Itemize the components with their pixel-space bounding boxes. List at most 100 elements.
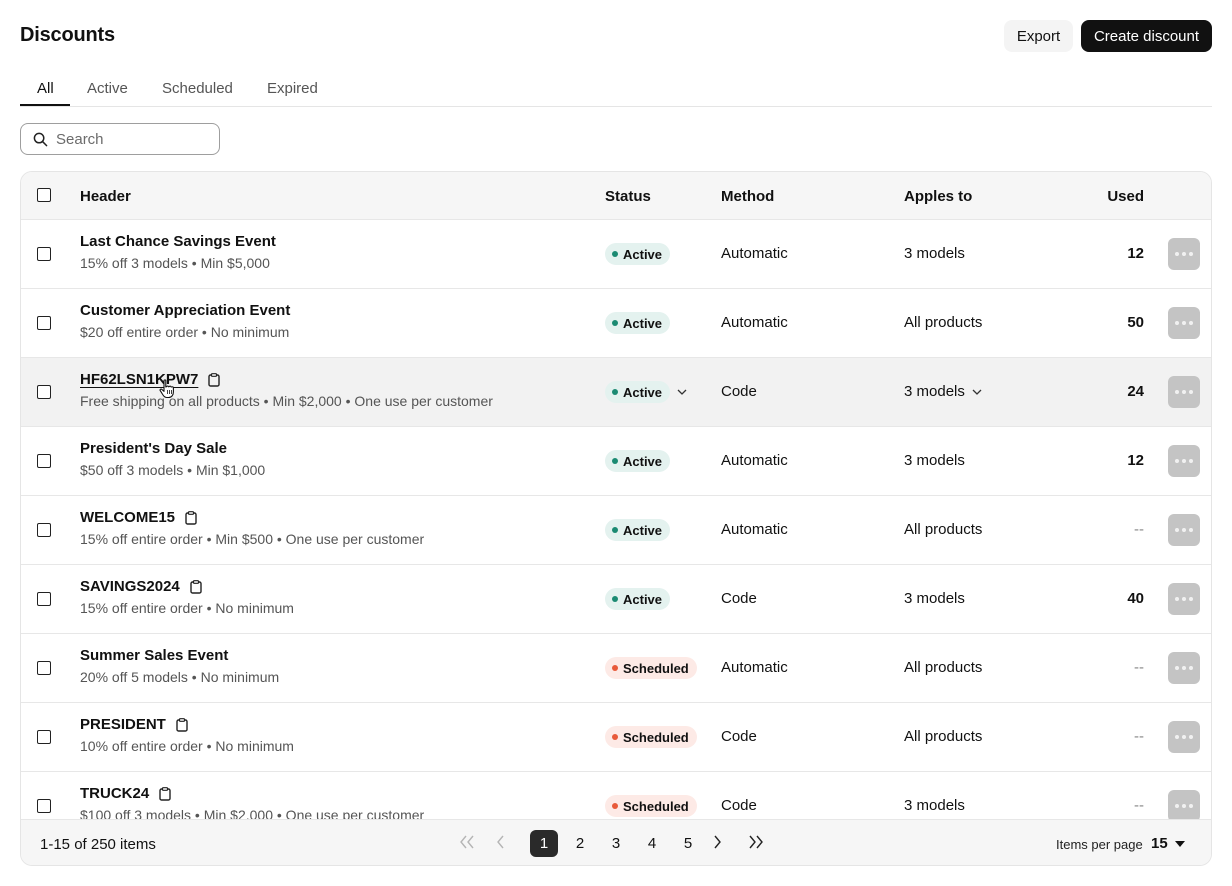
used-count: 24: [1127, 383, 1144, 400]
status-dot: [612, 803, 618, 809]
discount-code-link[interactable]: HF62LSN1KPW7: [80, 371, 198, 388]
more-dot: [1182, 666, 1186, 670]
clipboard-icon[interactable]: [185, 510, 197, 525]
row-checkbox[interactable]: [37, 385, 51, 399]
discount-code: WELCOME15: [80, 509, 176, 526]
discount-description: 15% off 3 models • Min $5,000: [80, 255, 270, 271]
tab-scheduled[interactable]: Scheduled: [162, 80, 233, 107]
method-cell: Automatic: [721, 452, 788, 469]
more-dot: [1189, 321, 1193, 325]
chevrons-left-icon[interactable]: [457, 832, 477, 852]
chevron-down-icon[interactable]: [972, 389, 982, 395]
search-input[interactable]: [56, 130, 206, 148]
table-row[interactable]: WELCOME15 15% off entire order • Min $50…: [21, 495, 1211, 564]
tab-expired[interactable]: Expired: [267, 80, 318, 107]
page-2[interactable]: 2: [566, 830, 594, 857]
table-row[interactable]: PRESIDENT 10% off entire order • No mini…: [21, 702, 1211, 771]
applies-to-cell: All products: [904, 728, 983, 745]
chevron-right-icon[interactable]: [707, 832, 727, 852]
status-dot: [612, 665, 618, 671]
chevron-left-icon[interactable]: [491, 832, 511, 852]
row-more-button[interactable]: [1168, 514, 1200, 546]
more-dot: [1182, 804, 1186, 808]
row-more-button[interactable]: [1168, 652, 1200, 684]
clipboard-icon[interactable]: [208, 372, 221, 387]
page-title: Discounts: [20, 24, 115, 46]
table-row[interactable]: SAVINGS2024 15% off entire order • No mi…: [21, 564, 1211, 633]
chevron-down-icon[interactable]: [677, 389, 687, 395]
page-3[interactable]: 3: [602, 830, 630, 857]
row-checkbox[interactable]: [37, 523, 51, 537]
clipboard-icon[interactable]: [176, 717, 188, 732]
column-method[interactable]: Method: [721, 188, 774, 205]
row-checkbox[interactable]: [37, 316, 51, 330]
table-row[interactable]: Summer Sales Event 20% off 5 models • No…: [21, 633, 1211, 702]
table-row[interactable]: President's Day Sale $50 off 3 models • …: [21, 426, 1211, 495]
row-more-button[interactable]: [1168, 445, 1200, 477]
applies-to-dropdown[interactable]: 3 models: [904, 383, 965, 400]
row-checkbox[interactable]: [37, 247, 51, 261]
row-more-button[interactable]: [1168, 307, 1200, 339]
used-count: 40: [1127, 590, 1144, 607]
status-badge[interactable]: Active: [605, 381, 671, 403]
status-badge: Scheduled: [605, 726, 697, 748]
item-range: 1-15 of 250 items: [40, 836, 156, 853]
column-applies-to[interactable]: Apples to: [904, 188, 972, 205]
discounts-table: Header Status Method Apples to Used Last…: [20, 171, 1212, 866]
row-more-button[interactable]: [1168, 721, 1200, 753]
table-row[interactable]: HF62LSN1KPW7 Free shipping on all produc…: [21, 357, 1211, 426]
applies-to-cell: 3 models: [904, 245, 965, 262]
caret-down-icon[interactable]: [1175, 841, 1185, 847]
status-label: Scheduled: [623, 729, 689, 745]
column-status[interactable]: Status: [605, 188, 651, 205]
more-dot: [1175, 666, 1179, 670]
row-checkbox[interactable]: [37, 730, 51, 744]
status-label: Scheduled: [623, 798, 689, 814]
row-checkbox[interactable]: [37, 592, 51, 606]
status-label: Active: [623, 315, 663, 331]
method-cell: Code: [721, 383, 757, 400]
chevrons-right-icon[interactable]: [746, 832, 766, 852]
status-badge: Active: [605, 450, 671, 472]
row-checkbox[interactable]: [37, 454, 51, 468]
search-box[interactable]: [20, 123, 220, 155]
status-dot: [612, 596, 618, 602]
discount-description: $50 off 3 models • Min $1,000: [80, 462, 266, 478]
select-all-checkbox[interactable]: [37, 188, 51, 202]
column-header: Header: [80, 188, 131, 205]
used-count: --: [1134, 659, 1144, 676]
more-dot: [1182, 735, 1186, 739]
more-dot: [1175, 735, 1179, 739]
status-badge: Active: [605, 312, 671, 334]
clipboard-icon[interactable]: [159, 786, 171, 801]
items-per-page-select[interactable]: 15: [1151, 835, 1168, 852]
more-dot: [1189, 459, 1193, 463]
discount-title: TRUCK24: [80, 785, 171, 802]
discount-code: PRESIDENT: [80, 716, 166, 733]
row-more-button[interactable]: [1168, 238, 1200, 270]
method-cell: Automatic: [721, 245, 788, 262]
column-used[interactable]: Used: [1107, 188, 1144, 205]
export-button[interactable]: Export: [1004, 20, 1073, 52]
discount-description: 15% off entire order • No minimum: [80, 600, 294, 616]
row-more-button[interactable]: [1168, 376, 1200, 408]
table-row[interactable]: Last Chance Savings Event 15% off 3 mode…: [21, 219, 1211, 288]
page-1[interactable]: 1: [530, 830, 558, 857]
more-dot: [1182, 390, 1186, 394]
used-count: 12: [1127, 452, 1144, 469]
pagination-bar: 1-15 of 250 items 1 2 3 4 5 Items per pa…: [21, 819, 1211, 865]
table-row[interactable]: Customer Appreciation Event $20 off enti…: [21, 288, 1211, 357]
status-dot: [612, 458, 618, 464]
row-checkbox[interactable]: [37, 661, 51, 675]
items-per-page-label: Items per page: [1056, 837, 1143, 852]
clipboard-icon[interactable]: [190, 579, 202, 594]
tab-active[interactable]: Active: [87, 80, 128, 107]
row-checkbox[interactable]: [37, 799, 51, 813]
tab-all[interactable]: All: [37, 80, 54, 107]
page-5[interactable]: 5: [674, 830, 702, 857]
row-more-button[interactable]: [1168, 790, 1200, 822]
status-label: Active: [623, 522, 663, 538]
row-more-button[interactable]: [1168, 583, 1200, 615]
create-discount-button[interactable]: Create discount: [1081, 20, 1212, 52]
page-4[interactable]: 4: [638, 830, 666, 857]
